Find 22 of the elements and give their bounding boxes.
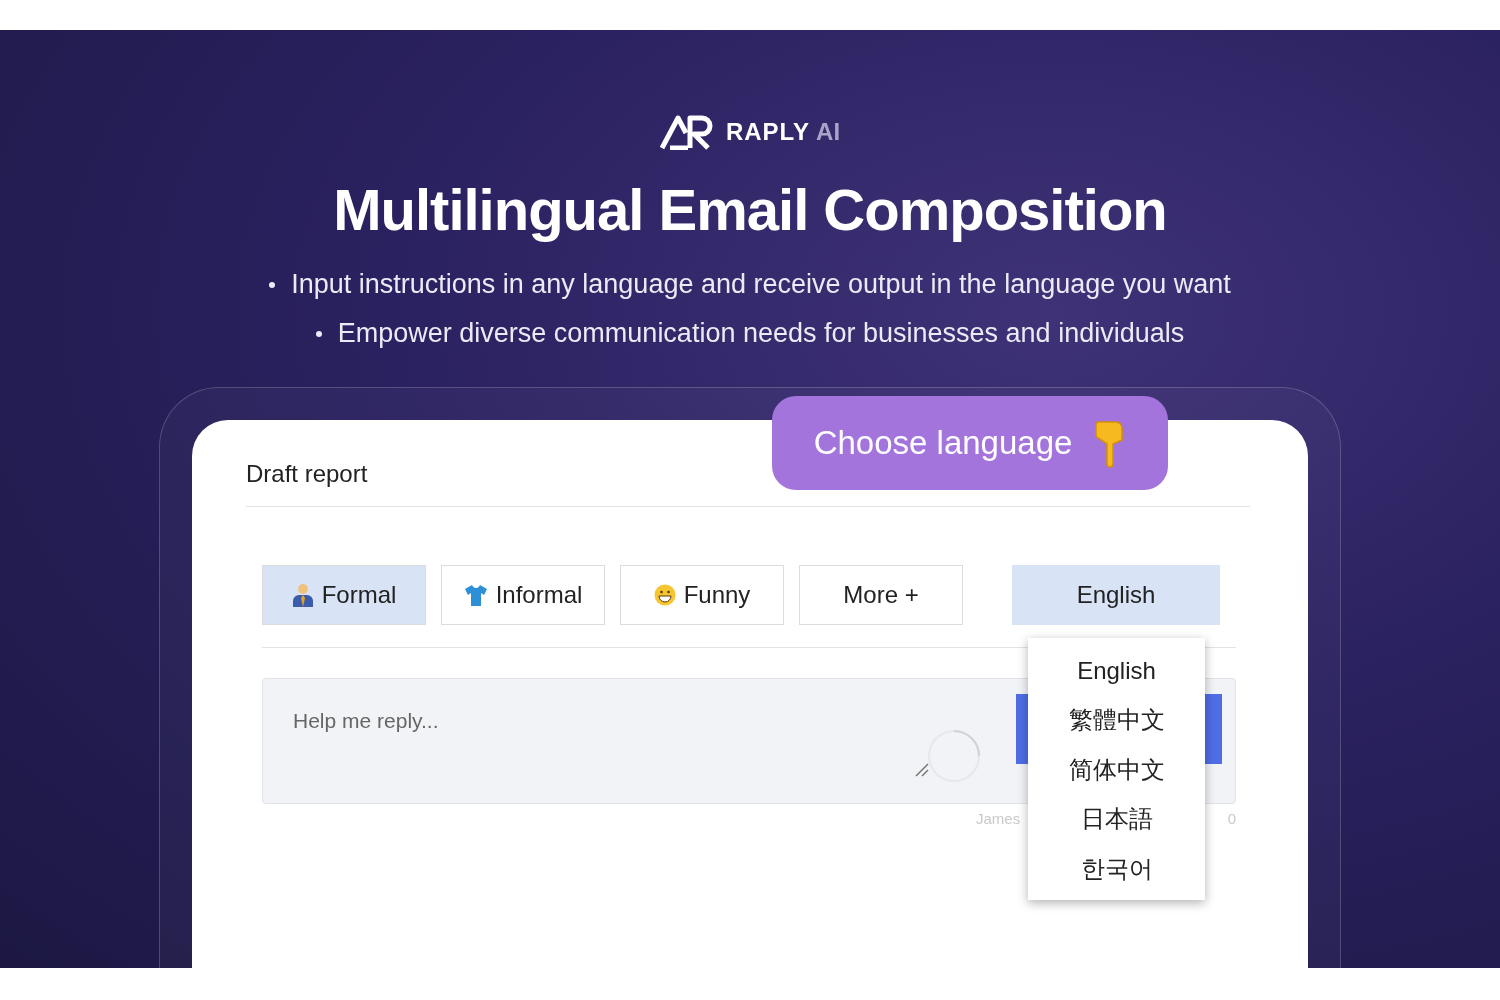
draft-title: Draft report (246, 460, 1250, 507)
tone-button[interactable]: Informal (441, 565, 605, 625)
brand-suffix: AI (816, 118, 841, 146)
tone-button[interactable]: Formal (262, 565, 426, 625)
callout-text: Choose language (813, 424, 1073, 462)
resize-handle-icon (914, 762, 930, 778)
shirt-icon (463, 584, 488, 606)
language-option[interactable]: 繁體中文 (1068, 695, 1165, 745)
tone-button[interactable]: More + (799, 565, 963, 625)
language-option[interactable]: 한국어 (1080, 844, 1153, 894)
language-option[interactable]: 简体中文 (1068, 745, 1165, 795)
bullet-text: Empower diverse communication needs for businesses and individuals (337, 318, 1185, 349)
bullet-text: Input instructions in any language and receive output in the language you want (291, 269, 1231, 300)
grinning-face-icon (653, 584, 676, 606)
loading-spinner-icon (926, 728, 982, 784)
brand-name: RAPLY (725, 118, 811, 146)
headline: Multilingual Email Composition (333, 176, 1167, 243)
language-select[interactable]: English (1012, 565, 1220, 625)
tone-button[interactable]: Funny (620, 565, 784, 625)
person-tie-icon (291, 583, 314, 607)
bullet-dot (315, 330, 322, 337)
bullet-dot (269, 281, 276, 288)
